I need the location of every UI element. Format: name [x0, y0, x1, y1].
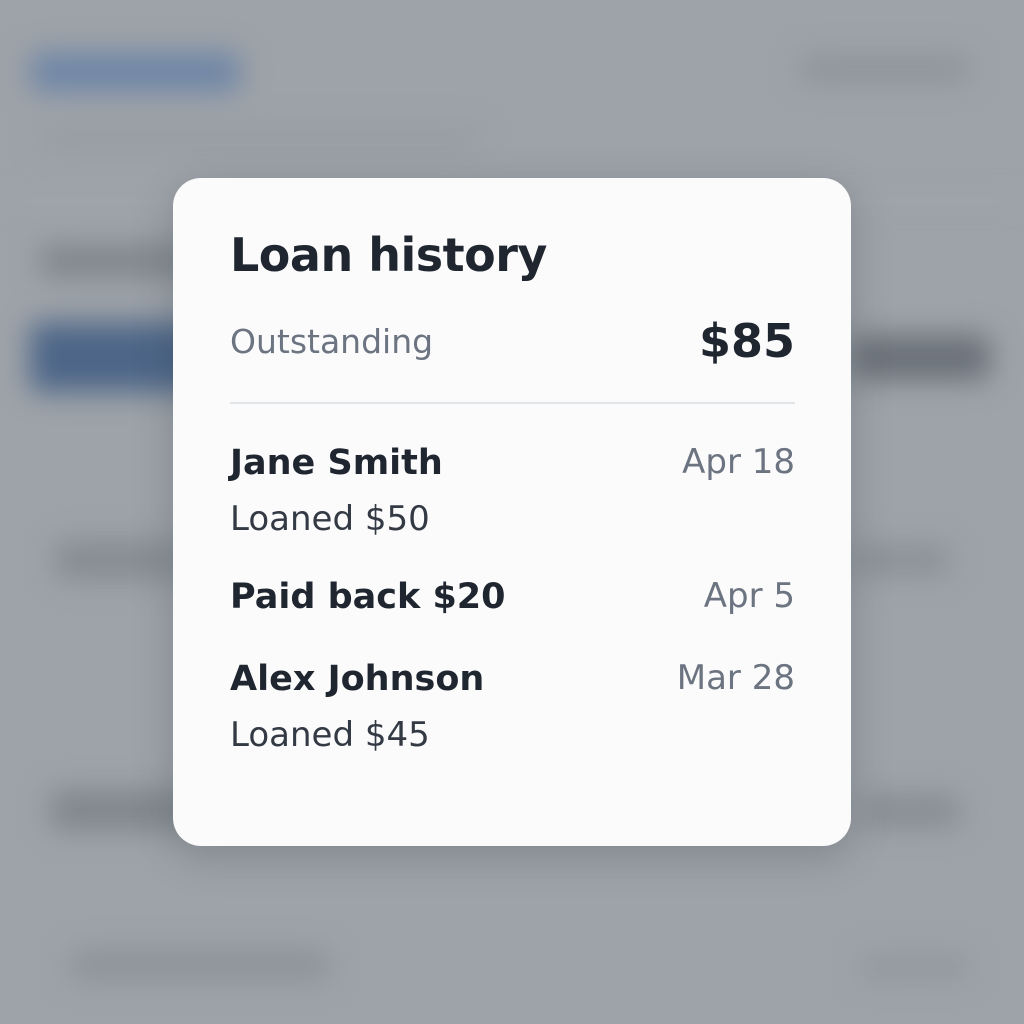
loan-entry-title: Jane Smith: [230, 443, 443, 483]
background-footer-text: [70, 950, 330, 980]
loan-entry[interactable]: Alex Johnson Loaned $45 Mar 28: [230, 658, 795, 754]
loan-entry[interactable]: Jane Smith Loaned $50 Apr 18: [230, 442, 795, 538]
background-subtitle: [40, 128, 480, 148]
loan-entry-main: Paid back $20: [230, 578, 506, 617]
outstanding-summary: Outstanding $85: [230, 318, 795, 364]
loan-entry-title: Alex Johnson: [230, 659, 485, 700]
card-title: Loan history: [230, 228, 547, 282]
loan-entries-list: Jane Smith Loaned $50 Apr 18 Paid back $…: [230, 442, 795, 754]
background-list-row-value: [850, 545, 950, 575]
loan-entry-date: Apr 18: [682, 442, 795, 482]
loan-entry[interactable]: Paid back $20 Apr 5: [230, 575, 795, 617]
divider: [230, 402, 795, 404]
outstanding-label: Outstanding: [230, 322, 434, 361]
background-section-heading: [40, 245, 190, 277]
background-list-row: [50, 790, 190, 830]
background-list-row-value: [860, 795, 960, 827]
loan-history-card: Loan history Outstanding $85 Jane Smith …: [173, 178, 851, 846]
loan-entry-detail: Loaned $50: [230, 498, 430, 539]
loan-entry-main: Alex Johnson Loaned $45: [230, 660, 484, 754]
loan-entry-title: Paid back $20: [230, 576, 506, 617]
outstanding-amount: $85: [698, 314, 795, 368]
loan-entry-date: Apr 5: [703, 575, 795, 616]
background-footer-value: [860, 955, 970, 979]
background-list-row: [55, 540, 185, 580]
background-secondary-button: [850, 335, 990, 380]
loan-entry-detail: Loaned $45: [230, 714, 430, 755]
background-header-title: [30, 52, 240, 92]
background-header-action: [800, 56, 970, 82]
loan-entry-main: Jane Smith Loaned $50: [230, 444, 443, 538]
loan-entry-date: Mar 28: [676, 658, 795, 699]
